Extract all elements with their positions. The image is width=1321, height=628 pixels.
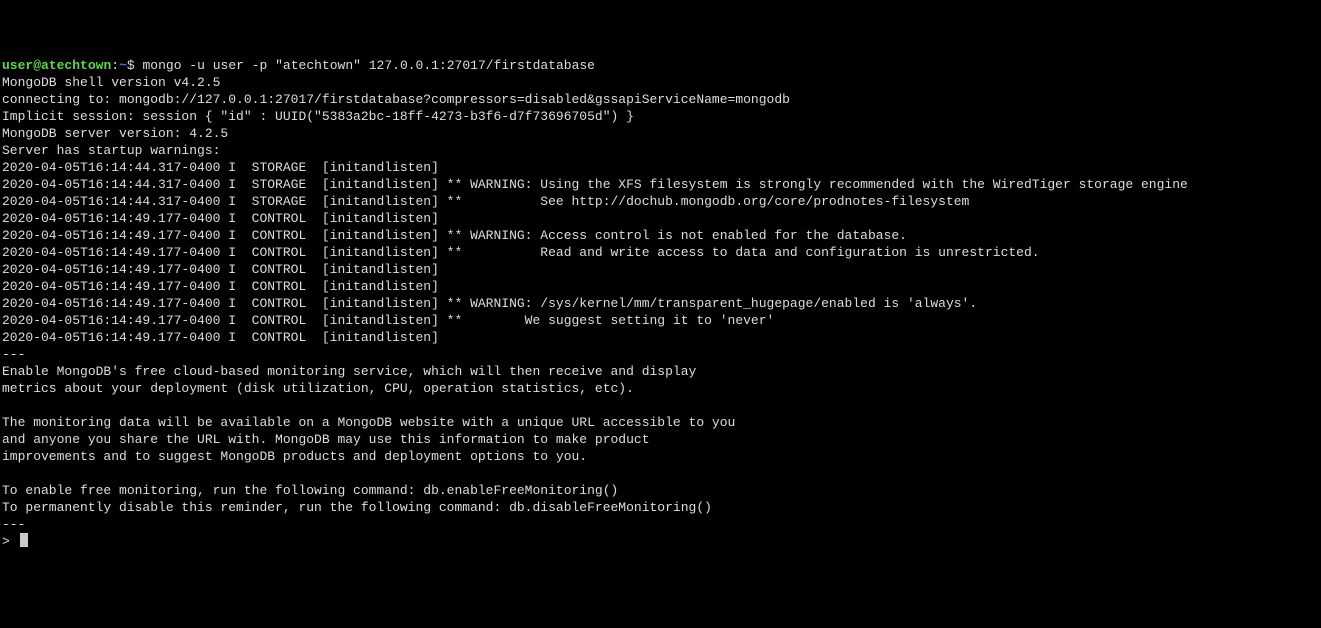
cursor-icon bbox=[20, 533, 28, 547]
command-input[interactable]: mongo -u user -p "atechtown" 127.0.0.1:2… bbox=[143, 58, 595, 73]
terminal-output: MongoDB shell version v4.2.5 connecting … bbox=[2, 75, 1188, 532]
prompt-host: atechtown bbox=[41, 58, 111, 73]
mongo-shell-prompt[interactable]: > bbox=[2, 534, 10, 549]
prompt-cwd: ~ bbox=[119, 58, 127, 73]
prompt-colon: : bbox=[111, 58, 119, 73]
prompt-at: @ bbox=[33, 58, 41, 73]
prompt-user: user bbox=[2, 58, 33, 73]
prompt-dollar: $ bbox=[127, 58, 135, 73]
